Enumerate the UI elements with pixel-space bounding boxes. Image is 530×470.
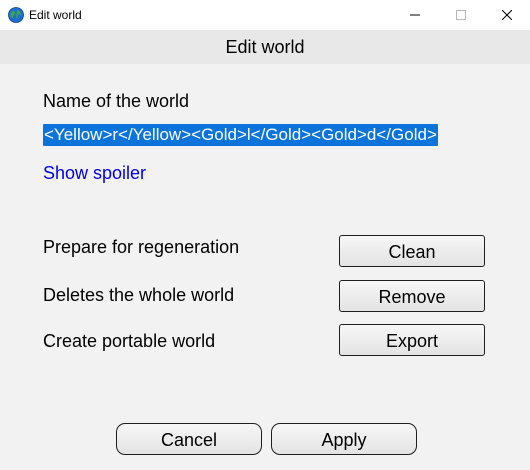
dialog-title: Edit world [225,37,305,57]
close-icon [502,10,512,20]
maximize-icon [456,10,466,20]
clean-button[interactable]: Clean [339,235,485,267]
remove-button[interactable]: Remove [339,280,485,312]
export-button[interactable]: Export [339,324,485,356]
dialog-header: Edit world [0,30,530,64]
window-title: Edit world [29,8,82,22]
delete-world-label: Deletes the whole world [43,285,235,305]
minimize-button[interactable] [392,0,438,30]
show-spoiler-link[interactable]: Show spoiler [43,163,146,184]
maximize-button[interactable] [438,0,484,30]
portable-world-label: Create portable world [43,331,216,351]
apply-button[interactable]: Apply [271,423,417,455]
minimize-icon [410,14,420,16]
close-button[interactable] [484,0,530,30]
cancel-button[interactable]: Cancel [116,423,262,455]
title-bar: Edit world [0,0,530,30]
regeneration-label: Prepare for regeneration [43,237,240,257]
world-name-label: Name of the world [43,91,190,111]
world-name-input[interactable]: <Yellow>r</Yellow><Gold>l</Gold><Gold>d<… [43,124,438,146]
globe-icon [8,7,24,23]
